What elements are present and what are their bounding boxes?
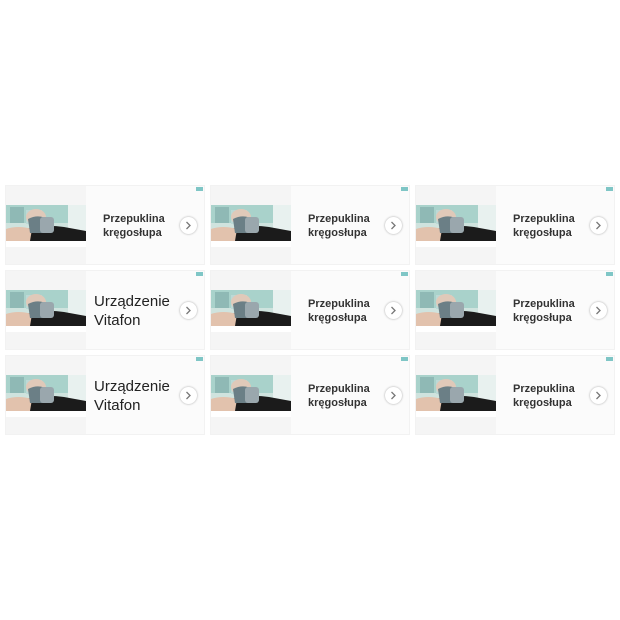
chevron-right-icon[interactable]	[590, 387, 607, 404]
ad-headline[interactable]: Urządzenie Vitafon	[94, 271, 182, 349]
chevron-right-icon[interactable]	[385, 217, 402, 234]
ad-headline[interactable]: Przepuklina kręgosłupa	[513, 356, 589, 434]
ad-headline[interactable]: Urządzenie Vitafon	[94, 356, 182, 434]
ad-thumbnail	[211, 356, 291, 434]
ad-tile[interactable]: Przepuklina kręgosłupa	[415, 185, 615, 265]
ad-headline[interactable]: Przepuklina kręgosłupa	[308, 271, 384, 349]
ad-thumbnail	[416, 186, 496, 264]
ad-headline[interactable]: Przepuklina kręgosłupa	[513, 186, 589, 264]
chevron-right-icon[interactable]	[385, 302, 402, 319]
ad-headline[interactable]: Przepuklina kręgosłupa	[103, 186, 179, 264]
ad-thumbnail	[416, 271, 496, 349]
ad-tile[interactable]: Przepuklina kręgosłupa	[210, 270, 410, 350]
adchoices-icon[interactable]	[401, 187, 408, 191]
ad-headline[interactable]: Przepuklina kręgosłupa	[308, 186, 384, 264]
ad-grid: Przepuklina kręgosłupa Przepuklina kręgo…	[5, 185, 615, 435]
ad-tile[interactable]: Przepuklina kręgosłupa	[210, 185, 410, 265]
chevron-right-icon[interactable]	[385, 387, 402, 404]
ad-thumbnail	[211, 186, 291, 264]
chevron-right-icon[interactable]	[180, 387, 197, 404]
ad-tile[interactable]: Urządzenie Vitafon	[5, 355, 205, 435]
ad-tile[interactable]: Przepuklina kręgosłupa	[5, 185, 205, 265]
chevron-right-icon[interactable]	[590, 217, 607, 234]
ad-thumbnail	[6, 271, 86, 349]
adchoices-icon[interactable]	[606, 187, 613, 191]
chevron-right-icon[interactable]	[180, 302, 197, 319]
ad-tile[interactable]: Przepuklina kręgosłupa	[415, 355, 615, 435]
adchoices-icon[interactable]	[196, 357, 203, 361]
ad-thumbnail	[6, 186, 86, 264]
adchoices-icon[interactable]	[196, 187, 203, 191]
ad-thumbnail	[416, 356, 496, 434]
ad-thumbnail	[211, 271, 291, 349]
adchoices-icon[interactable]	[401, 272, 408, 276]
ad-tile[interactable]: Przepuklina kręgosłupa	[210, 355, 410, 435]
chevron-right-icon[interactable]	[180, 217, 197, 234]
ad-tile[interactable]: Urządzenie Vitafon	[5, 270, 205, 350]
adchoices-icon[interactable]	[196, 272, 203, 276]
adchoices-icon[interactable]	[606, 272, 613, 276]
ad-headline[interactable]: Przepuklina kręgosłupa	[308, 356, 384, 434]
ad-tile[interactable]: Przepuklina kręgosłupa	[415, 270, 615, 350]
adchoices-icon[interactable]	[401, 357, 408, 361]
ad-headline[interactable]: Przepuklina kręgosłupa	[513, 271, 589, 349]
ad-thumbnail	[6, 356, 86, 434]
chevron-right-icon[interactable]	[590, 302, 607, 319]
adchoices-icon[interactable]	[606, 357, 613, 361]
